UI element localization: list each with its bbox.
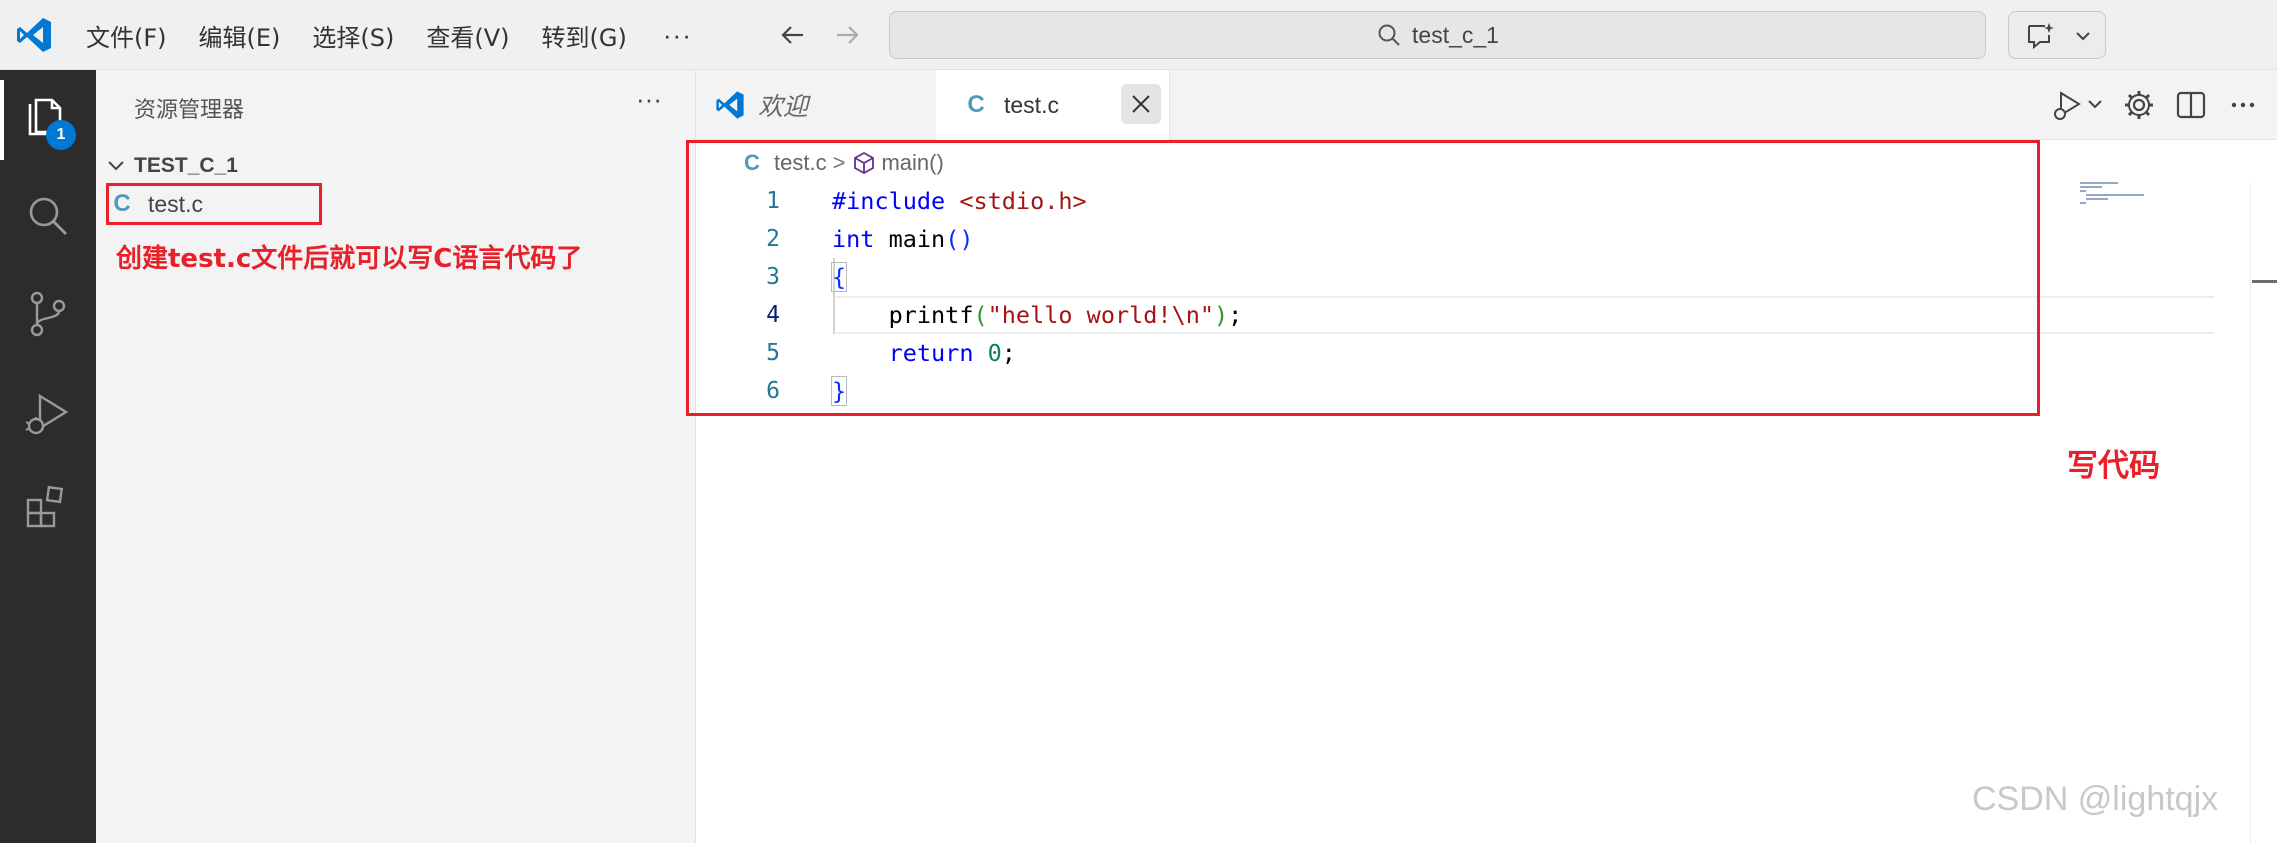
menu-file[interactable]: 文件(F) xyxy=(86,18,167,53)
annotation-right: 写代码 xyxy=(2067,448,2160,484)
chevron-down-icon xyxy=(108,161,124,171)
watermark: CSDN @lightqjx xyxy=(1972,780,2219,818)
scrollbar-marker xyxy=(2252,280,2277,283)
extensions-icon[interactable] xyxy=(22,480,74,532)
close-icon xyxy=(1132,95,1150,113)
folder-label: TEST_C_1 xyxy=(134,154,238,177)
tab-test-c[interactable]: C test.c xyxy=(936,70,1170,140)
menu-selection[interactable]: 选择(S) xyxy=(312,18,394,53)
vscode-logo-icon xyxy=(716,91,744,119)
editor-highlight-box xyxy=(686,140,2040,416)
file-highlight-box xyxy=(106,183,322,225)
menu-more-button[interactable]: ··· xyxy=(663,20,692,51)
menu-goto[interactable]: 转到(G) xyxy=(542,18,627,53)
tab-test-c-label: test.c xyxy=(1004,91,1059,118)
tab-welcome[interactable]: 欢迎 xyxy=(696,70,936,140)
code-editor[interactable]: C test.c > main() 1 #include <stdio.h> 2… xyxy=(686,140,2277,843)
search-icon[interactable] xyxy=(22,190,74,242)
menu-view[interactable]: 查看(V) xyxy=(426,18,509,53)
editor-tabs: 欢迎 C test.c xyxy=(696,70,2277,140)
back-arrow-icon[interactable] xyxy=(776,18,810,52)
more-actions-icon[interactable] xyxy=(2225,87,2261,123)
split-editor-icon[interactable] xyxy=(2173,87,2209,123)
menu-bar: 文件(F) 编辑(E) 选择(S) 查看(V) 转到(G) ··· xyxy=(86,0,692,70)
chevron-down-icon xyxy=(2076,32,2090,41)
tab-close-button[interactable] xyxy=(1121,84,1161,124)
title-bar: 文件(F) 编辑(E) 选择(S) 查看(V) 转到(G) ··· test_c… xyxy=(0,0,2277,70)
minimap[interactable] xyxy=(2080,182,2160,212)
forward-arrow-icon[interactable] xyxy=(830,18,864,52)
folder-row[interactable]: TEST_C_1 xyxy=(106,150,238,182)
sidebar-title: 资源管理器 xyxy=(134,98,245,123)
vscode-logo-icon xyxy=(17,18,51,52)
command-center-label: test_c_1 xyxy=(1412,21,1499,48)
chat-sparkle-icon xyxy=(2028,23,2054,50)
command-center-search[interactable]: test_c_1 xyxy=(889,11,1986,59)
copilot-chat-button[interactable] xyxy=(2008,11,2106,59)
c-file-icon: C xyxy=(967,91,985,118)
active-indicator xyxy=(0,80,4,160)
annotation-left: 创建test.c文件后就可以写C语言代码了 xyxy=(116,244,583,274)
gear-icon[interactable] xyxy=(2121,87,2157,123)
explorer-badge: 1 xyxy=(46,120,76,150)
run-debug-dropdown-icon[interactable] xyxy=(2051,87,2105,123)
run-debug-icon[interactable] xyxy=(22,388,74,440)
source-control-icon[interactable] xyxy=(22,288,74,340)
editor-actions xyxy=(2051,70,2277,140)
menu-edit[interactable]: 编辑(E) xyxy=(199,18,281,53)
scrollbar-track[interactable] xyxy=(2250,182,2251,843)
activity-bar: 1 xyxy=(0,70,96,843)
tab-welcome-label: 欢迎 xyxy=(758,92,809,121)
search-icon xyxy=(1378,24,1400,46)
sidebar-more-button[interactable]: ··· xyxy=(636,84,662,115)
